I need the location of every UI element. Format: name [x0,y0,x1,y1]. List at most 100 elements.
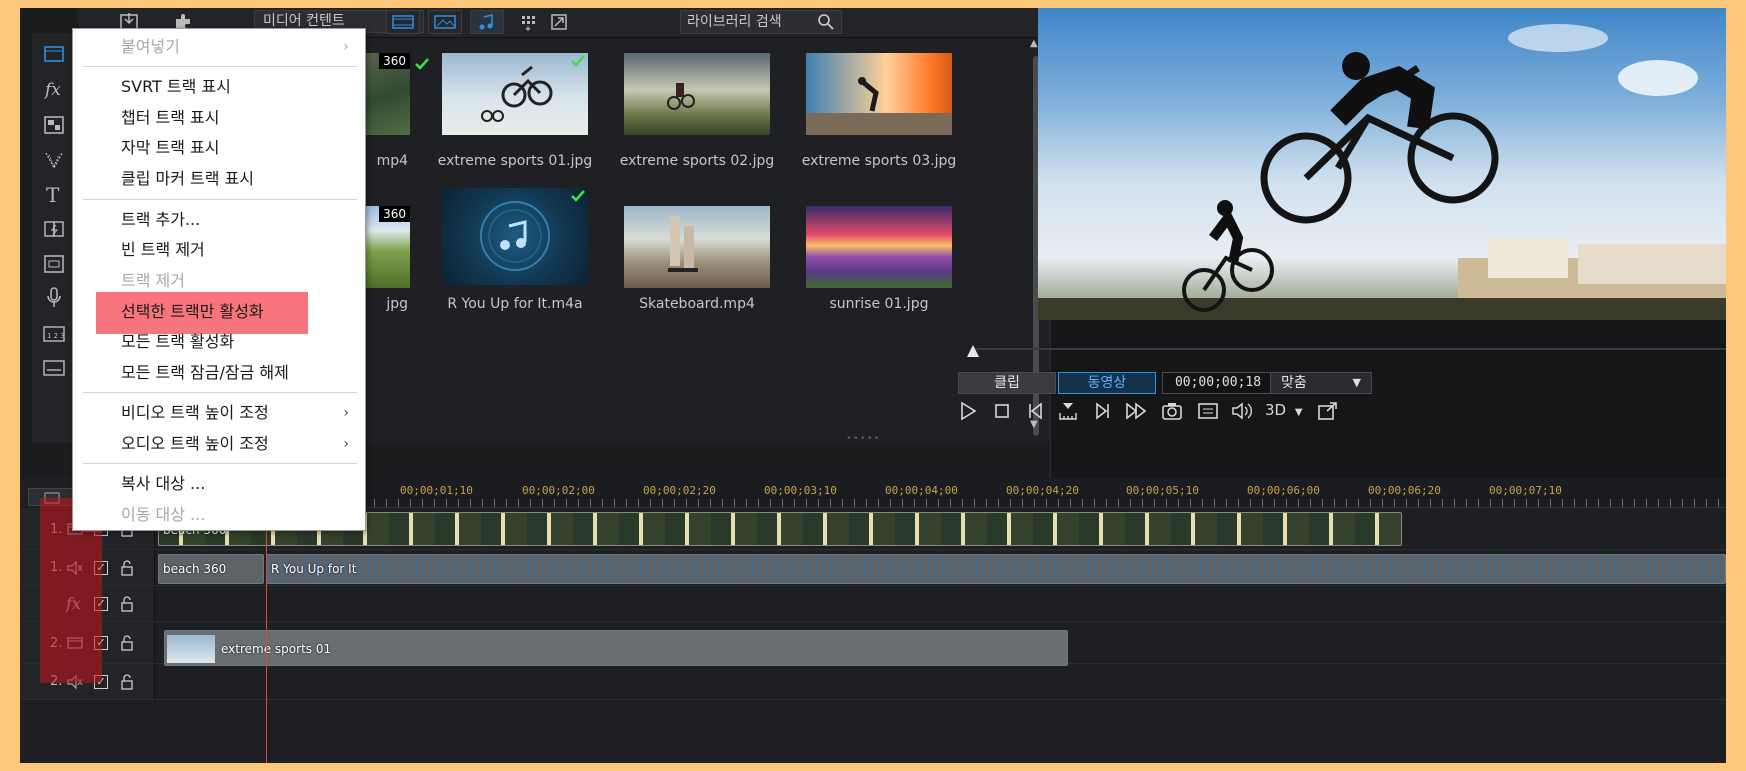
title-room-icon[interactable]: T [41,181,67,207]
subtitle-icon[interactable] [1194,397,1222,425]
particle-room-icon[interactable] [41,147,67,173]
library-item-label: Skateboard.mp4 [639,296,755,312]
voice-over-icon[interactable] [41,285,67,311]
pip-room-icon[interactable] [41,112,67,138]
menu-item-move-to[interactable]: 이동 대상 ... [73,500,367,530]
menu-item-enable-all-tracks[interactable]: 모든 트랙 활성화 [73,327,367,357]
timecode-display[interactable]: 00;00;00;18 [1162,372,1274,394]
menu-separator [83,199,357,200]
3d-mode-button[interactable]: 3D ▼ [1265,401,1303,419]
menu-item-add-track[interactable]: 트랙 추가... [73,205,367,235]
scroll-up-icon[interactable]: ▲ [1030,38,1038,49]
audio-clip-beach360[interactable]: beach 360 [158,554,264,584]
audio-clip-r-you-up[interactable]: R You Up for It [266,554,1726,584]
ruler-label: 00;00;02;20 [643,484,716,497]
menu-item-audio-track-height[interactable]: 오디오 트랙 높이 조정 › [73,429,367,459]
track-audio-2: 2. ✓ [20,664,1726,700]
menu-item-lock-unlock-all-tracks[interactable]: 모든 트랙 잠금/잠금 해제 [73,358,367,388]
library-thumb-music[interactable] [442,188,588,285]
menu-separator [83,66,357,67]
transition-room-icon[interactable] [41,216,67,242]
split-marker-icon[interactable] [1054,397,1082,425]
3d-label: 3D [1265,401,1287,419]
checkmark-icon [571,190,585,202]
menu-item-copy-to[interactable]: 복사 대상 ... [73,469,367,499]
menu-item-enable-selected-track-only[interactable]: 선택한 트랙만 활성화 [73,297,367,327]
volume-icon[interactable] [1228,397,1256,425]
menu-separator [83,463,357,464]
next-frame-icon[interactable] [1088,397,1116,425]
menu-item-show-svrt-track[interactable]: SVRT 트랙 표시 [73,72,367,102]
image-filter-tab[interactable] [428,10,462,34]
library-thumb-extreme-sports-02[interactable] [624,53,770,135]
menu-item-label: 빈 트랙 제거 [121,240,205,259]
library-thumb-extreme-sports-03[interactable] [806,53,952,135]
menu-item-remove-track[interactable]: 트랙 제거 [73,266,367,296]
prev-frame-icon[interactable] [1022,397,1050,425]
menu-item-label: 트랙 제거 [121,271,185,290]
splitter-handle[interactable]: ••••• [846,433,881,444]
play-icon[interactable] [954,397,982,425]
menu-item-label: 오디오 트랙 높이 조정 [121,434,269,453]
ruler-label: 00;00;05;10 [1126,484,1199,497]
menu-item-label: 모든 트랙 잠금/잠금 해제 [121,363,289,382]
zoom-fit-dropdown[interactable]: 맞춤 ▼ [1270,372,1372,394]
search-icon[interactable] [817,13,835,31]
library-thumb-extreme-sports-01[interactable] [442,53,588,135]
library-item-label: sunrise 01.jpg [829,296,929,312]
media-dropdown-label: 미디어 컨텐트 [263,13,345,29]
menu-item-label: 클립 마커 트랙 표시 [121,169,255,188]
lock-icon[interactable] [120,635,134,651]
lock-icon[interactable] [120,674,134,690]
library-item-label: extreme sports 01.jpg [437,153,593,169]
clip-mode-button[interactable]: 클립 [958,372,1056,394]
chevron-right-icon: › [343,405,349,421]
badge-360: 360 [379,53,410,69]
menu-separator [83,392,357,393]
movie-mode-button[interactable]: 동영상 [1058,372,1156,394]
sort-icon[interactable] [516,11,542,33]
lock-icon[interactable] [120,596,134,612]
video-filter-tab[interactable] [386,10,420,34]
fast-forward-icon[interactable] [1122,397,1150,425]
preview-scrubber[interactable] [970,348,1726,350]
dropdown-arrow-icon: ▼ [1352,376,1361,389]
ruler-ticks [158,499,1726,507]
menu-item-show-subtitle-track[interactable]: 자막 트랙 표시 [73,133,367,163]
stop-icon[interactable] [988,397,1016,425]
video-clip-extreme-sports-01[interactable]: extreme sports 01 [164,630,1068,666]
checkmark-icon [415,58,429,70]
menu-item-video-track-height[interactable]: 비디오 트랙 높이 조정 › [73,398,367,428]
checkmark-icon [571,55,585,67]
ruler-label: 00;00;06;00 [1247,484,1320,497]
audio-filter-tab[interactable] [470,10,504,34]
scrubber-handle[interactable] [966,344,980,358]
chapter-room-icon[interactable]: 1 2 3 [41,321,67,347]
subtitle-room-icon[interactable] [41,251,67,277]
menu-item-show-chapter-track[interactable]: 챕터 트랙 표시 [73,103,367,133]
svg-text:T: T [46,183,60,207]
library-search-input[interactable]: 라이브러리 검색 [680,10,842,34]
chevron-right-icon: › [343,39,349,55]
library-thumb-skateboard[interactable] [624,206,770,288]
clip-label: beach 360 [163,562,227,576]
ruler-label: 00;00;07;10 [1489,484,1562,497]
clip-label: R You Up for It [271,562,357,576]
library-thumb-sunrise[interactable] [806,206,952,288]
lock-icon[interactable] [120,560,134,576]
menu-item-remove-empty-tracks[interactable]: 빈 트랙 제거 [73,235,367,265]
caption-room-icon[interactable] [41,355,67,381]
svg-text:1 2 3: 1 2 3 [47,332,65,340]
menu-item-show-clip-marker-track[interactable]: 클립 마커 트랙 표시 [73,164,367,194]
expand-view-icon[interactable] [546,11,572,33]
media-room-icon[interactable] [41,41,67,67]
fx-room-icon[interactable]: fx [41,76,67,102]
menu-item-label: SVRT 트랙 표시 [121,77,231,96]
track-fx: fx ✓ [20,586,1726,622]
menu-item-paste[interactable]: 붙여넣기 › [73,32,367,62]
library-item-label: extreme sports 03.jpg [801,153,957,169]
context-menu: 붙여넣기 › SVRT 트랙 표시 챕터 트랙 표시 자막 트랙 표시 클립 마커… [72,28,366,531]
menu-item-label: 붙여넣기 [121,37,180,56]
undock-icon[interactable] [1314,397,1342,425]
snapshot-icon[interactable] [1158,397,1186,425]
